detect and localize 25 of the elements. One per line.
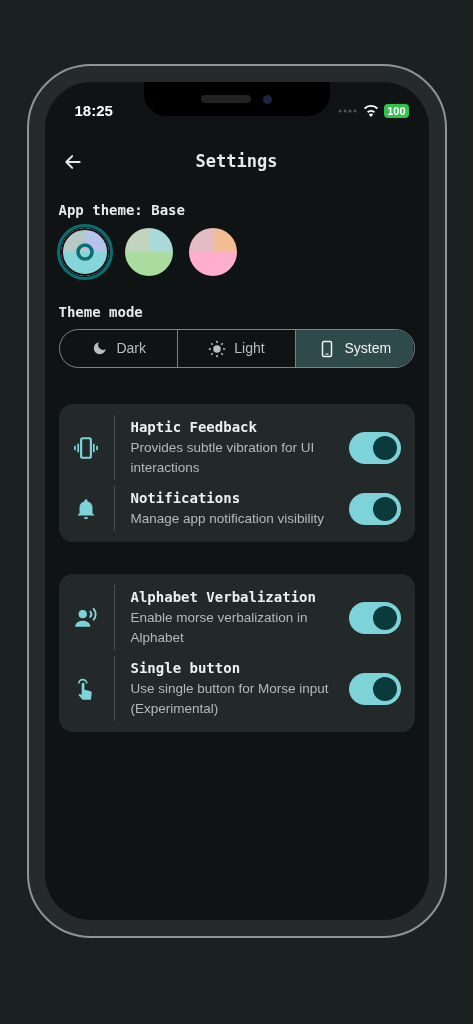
setting-description: Manage app notification visibility <box>130 510 326 528</box>
theme-mode-option[interactable]: System <box>295 330 414 367</box>
setting-title: Notifications <box>130 489 242 508</box>
setting-title: Single button <box>130 659 242 678</box>
setting-description: Enable morse verbalization in Alphabet <box>130 609 309 647</box>
setting-description: Use single button for Morse input (Experimental) <box>130 680 330 718</box>
signal-icon <box>338 109 359 113</box>
setting-description: Provides subtle vibration for UI interactions <box>130 439 316 477</box>
sun-icon <box>208 339 227 358</box>
status-time: 18:25 <box>74 100 113 121</box>
toggle-switch[interactable] <box>348 431 401 464</box>
toggle-switch[interactable] <box>348 672 401 705</box>
theme-mode-option[interactable]: Dark <box>59 330 177 367</box>
vibration-icon <box>73 434 99 461</box>
wifi-icon <box>363 105 380 117</box>
toggle-switch[interactable] <box>348 492 401 525</box>
back-arrow-icon <box>62 152 83 172</box>
toggle-switch[interactable] <box>348 601 401 634</box>
page-title: Settings <box>195 150 278 174</box>
setting-title: Alphabet Verbalization <box>130 588 317 607</box>
section-label: Theme mode <box>58 303 144 322</box>
setting-title: Haptic Feedback <box>130 418 258 437</box>
battery-level: 100 <box>384 104 409 118</box>
section-label: App theme: Base <box>58 201 186 220</box>
theme-swatch[interactable] <box>56 224 113 280</box>
